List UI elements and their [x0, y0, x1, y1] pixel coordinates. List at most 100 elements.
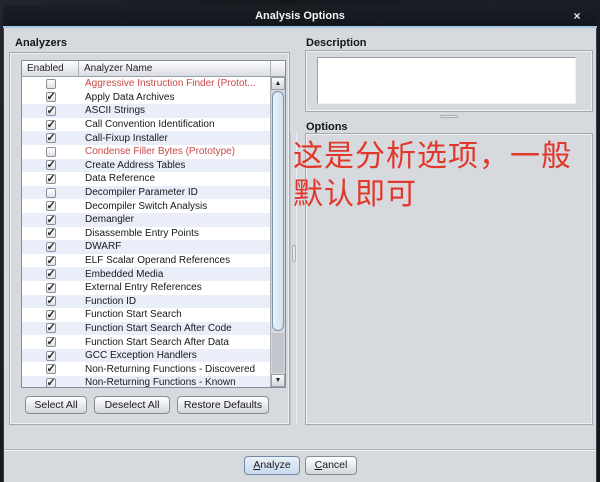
- enabled-checkbox[interactable]: [45, 78, 56, 89]
- enabled-cell: [22, 213, 79, 226]
- scroll-down-icon[interactable]: ▼: [271, 374, 285, 387]
- analyzer-name-label: Aggressive Instruction Finder (Protot...: [85, 78, 256, 90]
- enabled-checkbox[interactable]: [45, 104, 56, 117]
- enabled-cell: [22, 362, 79, 375]
- enabled-checkbox[interactable]: [45, 240, 56, 253]
- close-icon[interactable]: ×: [569, 8, 585, 24]
- table-row[interactable]: GCC Exception Handlers: [22, 349, 270, 363]
- table-row[interactable]: Decompiler Switch Analysis: [22, 199, 270, 213]
- scrollbar-track[interactable]: [272, 333, 284, 373]
- enabled-cell: [22, 335, 79, 348]
- table-row[interactable]: Condense Filler Bytes (Prototype): [22, 145, 270, 159]
- column-header-analyzer-name[interactable]: Analyzer Name: [79, 61, 270, 76]
- scrollbar-thumb[interactable]: [272, 91, 284, 331]
- table-row[interactable]: External Entry References: [22, 281, 270, 295]
- enabled-cell: [22, 158, 79, 171]
- enabled-checkbox[interactable]: [45, 376, 56, 387]
- enabled-cell: [22, 308, 79, 321]
- select-all-button[interactable]: Select All: [25, 396, 87, 414]
- table-row[interactable]: Decompiler Parameter ID: [22, 185, 270, 200]
- vertical-scrollbar[interactable]: ▲ ▼: [270, 77, 285, 387]
- analyzer-name-label: Call-Fixup Installer: [85, 132, 168, 144]
- table-row[interactable]: Data Reference: [22, 172, 270, 186]
- table-row[interactable]: Embedded Media: [22, 267, 270, 281]
- enabled-cell: [22, 78, 79, 89]
- analyzer-name-label: Function Start Search After Data: [85, 336, 229, 348]
- deselect-all-button[interactable]: Deselect All: [94, 396, 170, 414]
- table-header-corner: [270, 61, 285, 76]
- enabled-cell: [22, 199, 79, 212]
- table-row[interactable]: Create Address Tables: [22, 158, 270, 173]
- splitter-handle-icon: [292, 245, 296, 262]
- analyzer-name-label: GCC Exception Handlers: [85, 350, 197, 362]
- scroll-up-icon[interactable]: ▲: [271, 77, 285, 90]
- enabled-checkbox[interactable]: [45, 321, 56, 334]
- analyzer-name-label: Condense Filler Bytes (Prototype): [85, 146, 236, 158]
- enabled-checkbox[interactable]: [45, 213, 56, 226]
- enabled-checkbox[interactable]: [45, 294, 56, 307]
- enabled-cell: [22, 349, 79, 362]
- column-header-enabled[interactable]: Enabled: [22, 61, 79, 76]
- analyzer-name-label: Function Start Search: [85, 309, 182, 321]
- window-titlebar: Analysis Options ×: [3, 5, 597, 26]
- table-row[interactable]: ELF Scalar Operand References: [22, 254, 270, 268]
- enabled-checkbox[interactable]: [45, 308, 56, 321]
- analyzer-name-label: Non-Returning Functions - Known: [85, 377, 236, 387]
- table-row[interactable]: Function Start Search After Data: [22, 335, 270, 349]
- enabled-checkbox[interactable]: [45, 226, 56, 239]
- enabled-checkbox[interactable]: [45, 158, 56, 171]
- enabled-cell: [22, 281, 79, 294]
- table-row[interactable]: Call Convention Identification: [22, 118, 270, 132]
- table-row[interactable]: Demangler: [22, 213, 270, 227]
- table-row[interactable]: Function ID: [22, 294, 270, 309]
- table-row[interactable]: Non-Returning Functions - Discovered: [22, 362, 270, 376]
- enabled-checkbox[interactable]: [45, 349, 56, 362]
- enabled-cell: [22, 294, 79, 307]
- restore-defaults-button[interactable]: Restore Defaults: [177, 396, 269, 414]
- enabled-checkbox[interactable]: [45, 335, 56, 348]
- enabled-checkbox[interactable]: [45, 187, 56, 198]
- enabled-checkbox[interactable]: [45, 362, 56, 375]
- enabled-cell: [22, 187, 79, 198]
- enabled-checkbox[interactable]: [45, 172, 56, 185]
- table-row[interactable]: ASCII Strings: [22, 104, 270, 118]
- enabled-checkbox[interactable]: [45, 267, 56, 280]
- analyzer-table: Enabled Analyzer Name Aggressive Instruc…: [21, 60, 286, 388]
- table-row[interactable]: Function Start Search: [22, 308, 270, 322]
- analyzers-section-title: Analyzers: [15, 37, 67, 49]
- enabled-cell: [22, 321, 79, 334]
- description-section-title: Description: [306, 37, 367, 49]
- analyzer-name-label: Data Reference: [85, 173, 156, 185]
- enabled-cell: [22, 376, 79, 387]
- table-row[interactable]: Apply Data Archives: [22, 90, 270, 105]
- analyzer-name-label: Call Convention Identification: [85, 119, 215, 131]
- table-row[interactable]: Call-Fixup Installer: [22, 131, 270, 145]
- enabled-checkbox[interactable]: [45, 254, 56, 267]
- table-row[interactable]: DWARF: [22, 240, 270, 254]
- analyzer-rows: Aggressive Instruction Finder (Protot...…: [22, 77, 270, 387]
- enabled-cell: [22, 254, 79, 267]
- splitter-handle-icon: [440, 115, 458, 118]
- enabled-checkbox[interactable]: [45, 90, 56, 103]
- enabled-cell: [22, 172, 79, 185]
- analyzer-name-label: DWARF: [85, 241, 122, 253]
- enabled-checkbox[interactable]: [45, 199, 56, 212]
- description-textarea[interactable]: [317, 57, 576, 104]
- horizontal-splitter[interactable]: [305, 113, 593, 119]
- enabled-checkbox[interactable]: [45, 146, 56, 157]
- table-row[interactable]: Aggressive Instruction Finder (Protot...: [22, 77, 270, 91]
- analyzer-name-label: ASCII Strings: [85, 105, 146, 117]
- enabled-cell: [22, 118, 79, 131]
- analyzer-name-label: Function Start Search After Code: [85, 322, 232, 334]
- footer-separator: [4, 449, 596, 451]
- table-row[interactable]: Function Start Search After Code: [22, 321, 270, 336]
- analyzer-table-header: Enabled Analyzer Name: [22, 61, 285, 77]
- table-row[interactable]: Non-Returning Functions - Known: [22, 376, 270, 387]
- analyzer-name-label: Function ID: [85, 295, 137, 307]
- cancel-button[interactable]: Cancel: [305, 456, 357, 475]
- enabled-checkbox[interactable]: [45, 118, 56, 131]
- table-row[interactable]: Disassemble Entry Points: [22, 226, 270, 241]
- analyze-button[interactable]: Analyze: [244, 456, 300, 475]
- enabled-checkbox[interactable]: [45, 131, 56, 144]
- enabled-checkbox[interactable]: [45, 281, 56, 294]
